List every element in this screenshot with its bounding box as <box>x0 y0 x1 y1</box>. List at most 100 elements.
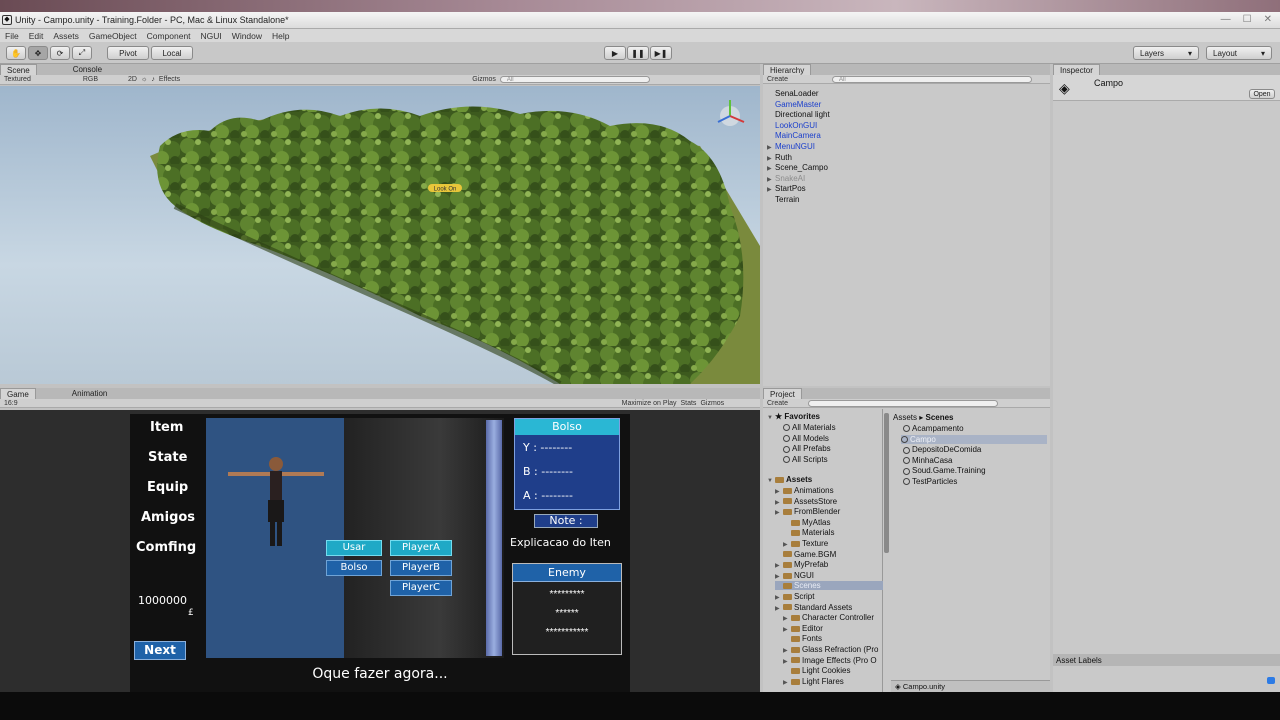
tab-console[interactable]: Console <box>67 64 108 75</box>
project-folder-item[interactable]: ▶ AssetsStore <box>775 497 837 506</box>
move-tool-icon[interactable]: ✥ <box>28 46 48 60</box>
menu-help[interactable]: Help <box>272 31 289 41</box>
aspect-dropdown[interactable]: 16:9 <box>4 400 18 407</box>
stats-toggle[interactable]: Stats <box>680 400 696 407</box>
bolso-button[interactable]: Bolso <box>326 560 382 576</box>
game-gizmos-dropdown[interactable]: Gizmos <box>700 400 724 407</box>
assets-header[interactable]: ▼ Assets <box>767 475 812 484</box>
next-button[interactable]: Next <box>134 641 186 660</box>
slot-y[interactable]: Y : -------- <box>523 441 572 454</box>
hierarchy-item[interactable]: LookOnGUI <box>767 121 817 130</box>
project-folder-item[interactable]: ▶ Light Flares <box>783 677 844 686</box>
slot-b[interactable]: B : -------- <box>523 465 573 478</box>
expand-arrow-icon[interactable]: ▶ <box>783 658 791 665</box>
inventory-scrollbar[interactable] <box>486 420 502 656</box>
hierarchy-item[interactable]: ▶ MenuNGUI <box>767 142 815 151</box>
expand-arrow-icon[interactable]: ▶ <box>775 562 783 569</box>
shading-dropdown[interactable]: Textured <box>4 76 31 83</box>
2d-toggle[interactable]: 2D <box>128 76 137 83</box>
expand-arrow-icon[interactable]: ▶ <box>783 679 791 686</box>
hierarchy-item[interactable]: GameMaster <box>767 100 821 109</box>
tab-project[interactable]: Project <box>763 388 802 399</box>
game-viewport[interactable]: Item State Equip Amigos Comfing 1000000 … <box>0 410 760 692</box>
scene-file-item[interactable]: Acampamento <box>903 424 964 433</box>
menu-item[interactable]: Item <box>150 420 183 435</box>
menu-amigos[interactable]: Amigos <box>141 510 195 525</box>
project-folder-item[interactable]: Game.BGM <box>775 550 836 559</box>
project-folder-item[interactable]: ▶ Image Effects (Pro O <box>783 656 877 665</box>
breadcrumb-assets[interactable]: Assets <box>893 413 917 422</box>
hierarchy-item[interactable]: ▶ SnakeAI <box>767 174 805 183</box>
menu-ngui[interactable]: NGUI <box>201 31 222 41</box>
project-folder-item[interactable]: ▶ FromBlender <box>775 507 840 516</box>
minimize-icon[interactable]: — <box>1221 14 1231 25</box>
local-toggle[interactable]: Local <box>151 46 193 60</box>
expand-arrow-icon[interactable]: ▶ <box>767 165 775 172</box>
favorites-header[interactable]: ▼ ★ Favorites <box>767 412 820 421</box>
project-create-dropdown[interactable]: Create <box>767 400 788 407</box>
project-folder-item[interactable]: ▶ MyPrefab <box>775 560 828 569</box>
scale-tool-icon[interactable]: ⤢ <box>72 46 92 60</box>
maximize-icon[interactable]: ☐ <box>1243 14 1252 25</box>
expand-arrow-icon[interactable]: ▶ <box>783 615 791 622</box>
hierarchy-item[interactable]: SenaLoader <box>767 89 819 98</box>
menu-edit[interactable]: Edit <box>29 31 44 41</box>
effects-dropdown[interactable]: Effects <box>159 76 180 83</box>
expand-arrow-icon[interactable]: ▶ <box>775 488 783 495</box>
hierarchy-search-input[interactable]: All <box>832 75 1033 83</box>
slot-a[interactable]: A : -------- <box>523 489 573 502</box>
project-folder-item[interactable]: ▶ Standard Assets <box>775 603 852 612</box>
rotate-tool-icon[interactable]: ⟳ <box>50 46 70 60</box>
project-search-input[interactable] <box>808 399 999 407</box>
expand-arrow-icon[interactable]: ▶ <box>767 155 775 162</box>
project-folder-item[interactable]: MyAtlas <box>783 518 830 527</box>
scene-file-item[interactable]: Soud.Game.Training <box>903 466 986 475</box>
favorite-item[interactable]: All Models <box>783 434 829 443</box>
scene-file-item[interactable]: DepositoDeComida <box>903 445 981 454</box>
menu-file[interactable]: File <box>5 31 19 41</box>
scene-file-item[interactable]: TestParticles <box>903 477 957 486</box>
expand-arrow-icon[interactable]: ▶ <box>767 144 775 151</box>
project-folder-item[interactable]: Light Cookies <box>783 666 850 675</box>
expand-arrow-icon[interactable]: ▶ <box>775 573 783 580</box>
expand-arrow-icon[interactable]: ▶ <box>767 186 775 193</box>
scene-file-item[interactable]: MinhaCasa <box>903 456 952 465</box>
open-button[interactable]: Open <box>1249 89 1275 99</box>
tab-hierarchy[interactable]: Hierarchy <box>763 64 812 75</box>
player-c-button[interactable]: PlayerC <box>390 580 452 596</box>
hand-tool-icon[interactable]: ✋ <box>6 46 26 60</box>
usar-button[interactable]: Usar <box>326 540 382 556</box>
player-b-button[interactable]: PlayerB <box>390 560 452 576</box>
audio-icon[interactable]: ♪ <box>151 76 155 83</box>
project-folder-item[interactable]: ▶ Script <box>775 592 814 601</box>
hierarchy-item[interactable]: Directional light <box>767 110 830 119</box>
expand-arrow-icon[interactable]: ▶ <box>767 176 775 183</box>
hierarchy-item[interactable]: ▶ StartPos <box>767 184 806 193</box>
expand-arrow-icon[interactable]: ▶ <box>783 541 791 548</box>
favorite-item[interactable]: All Scripts <box>783 455 828 464</box>
project-folder-item[interactable]: Scenes <box>775 581 883 591</box>
hierarchy-create-dropdown[interactable]: Create <box>767 76 788 83</box>
layers-dropdown[interactable]: Layers ▾ <box>1133 46 1199 60</box>
player-a-button[interactable]: PlayerA <box>390 540 452 556</box>
hierarchy-item[interactable]: ▶ Ruth <box>767 153 792 162</box>
scene-viewport[interactable]: Look On <box>0 86 760 384</box>
project-folder-item[interactable]: ▶ Character Controller <box>783 613 874 622</box>
project-folder-item[interactable]: ▶ Texture <box>783 539 828 548</box>
expand-arrow-icon[interactable]: ▶ <box>783 626 791 633</box>
expand-arrow-icon[interactable]: ▶ <box>775 594 783 601</box>
rgb-dropdown[interactable]: RGB <box>83 76 98 83</box>
lighting-icon[interactable]: ☼ <box>141 76 147 83</box>
scene-search-input[interactable]: All <box>499 76 650 83</box>
hierarchy-item[interactable]: ▶ Scene_Campo <box>767 163 828 172</box>
pause-button[interactable]: ❚❚ <box>627 46 649 60</box>
project-folder-item[interactable]: ▶ Animations <box>775 486 834 495</box>
labels-icon[interactable] <box>1267 677 1275 684</box>
menu-component[interactable]: Component <box>147 31 191 41</box>
pivot-toggle[interactable]: Pivot <box>107 46 149 60</box>
project-folder-item[interactable]: ▶ Glass Refraction (Pro <box>783 645 878 654</box>
tab-scene[interactable]: Scene <box>0 64 37 75</box>
menu-comfing[interactable]: Comfing <box>136 540 196 555</box>
menu-state[interactable]: State <box>148 450 187 465</box>
project-folder-item[interactable]: Fonts <box>783 634 822 643</box>
